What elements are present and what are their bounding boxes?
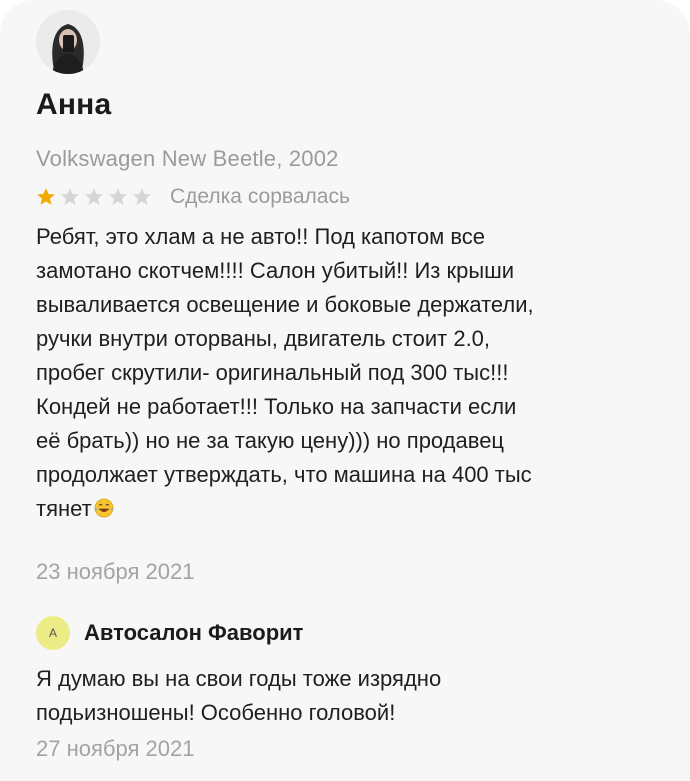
reply-text-line: подьизношены! Особенно головой! xyxy=(36,700,396,725)
avatar-photo xyxy=(36,10,100,74)
review-card: Анна Volkswagen New Beetle, 2002 Сделка … xyxy=(0,0,690,781)
review-text-line: ручки внутри оторваны, двигатель стоит 2… xyxy=(36,326,491,351)
star-empty-icon xyxy=(108,187,128,207)
review-text-line: Ребят, это хлам а не авто!! Под капотом … xyxy=(36,224,486,249)
reply-text: Я думаю вы на свои годы тоже изрядно подь… xyxy=(36,662,656,730)
review-date: 23 ноября 2021 xyxy=(36,559,195,584)
car-model: Volkswagen New Beetle, 2002 xyxy=(36,146,339,171)
review-text-line: продолжает утверждать, что машина на 400… xyxy=(36,462,532,487)
review-text-line: Кондей не работает!!! Только на запчасти… xyxy=(36,394,517,419)
star-empty-icon xyxy=(84,187,104,207)
review-text-line: вываливается освещение и боковые держате… xyxy=(36,292,534,317)
reply-avatar[interactable]: A xyxy=(36,616,70,650)
avatar[interactable] xyxy=(36,10,100,74)
review-text-line: тянет xyxy=(36,492,656,526)
review-text-line: замотано скотчем!!!! Салон убитый!! Из к… xyxy=(36,258,515,283)
review-text-line: её брать)) но не за такую цену))) но про… xyxy=(36,428,505,453)
star-rating xyxy=(36,187,156,207)
face-with-tears-of-joy-icon xyxy=(93,497,115,519)
deal-status: Сделка сорвалась xyxy=(170,185,350,208)
review-author-name: Анна xyxy=(36,88,112,121)
review-text-line: пробег скрутили- оригинальный под 300 ты… xyxy=(36,360,509,385)
review-text: Ребят, это хлам а не авто!! Под капотом … xyxy=(36,220,656,526)
star-empty-icon xyxy=(132,187,152,207)
star-empty-icon xyxy=(60,187,80,207)
reply-author-name: Автосалон Фаворит xyxy=(84,620,304,645)
reply-text-line: Я думаю вы на свои годы тоже изрядно xyxy=(36,666,442,691)
reply-header: A Автосалон Фаворит xyxy=(36,616,303,650)
rating-row: Сделка сорвалась xyxy=(36,183,350,211)
star-filled-icon xyxy=(36,187,56,207)
reply-date: 27 ноября 2021 xyxy=(36,736,195,761)
